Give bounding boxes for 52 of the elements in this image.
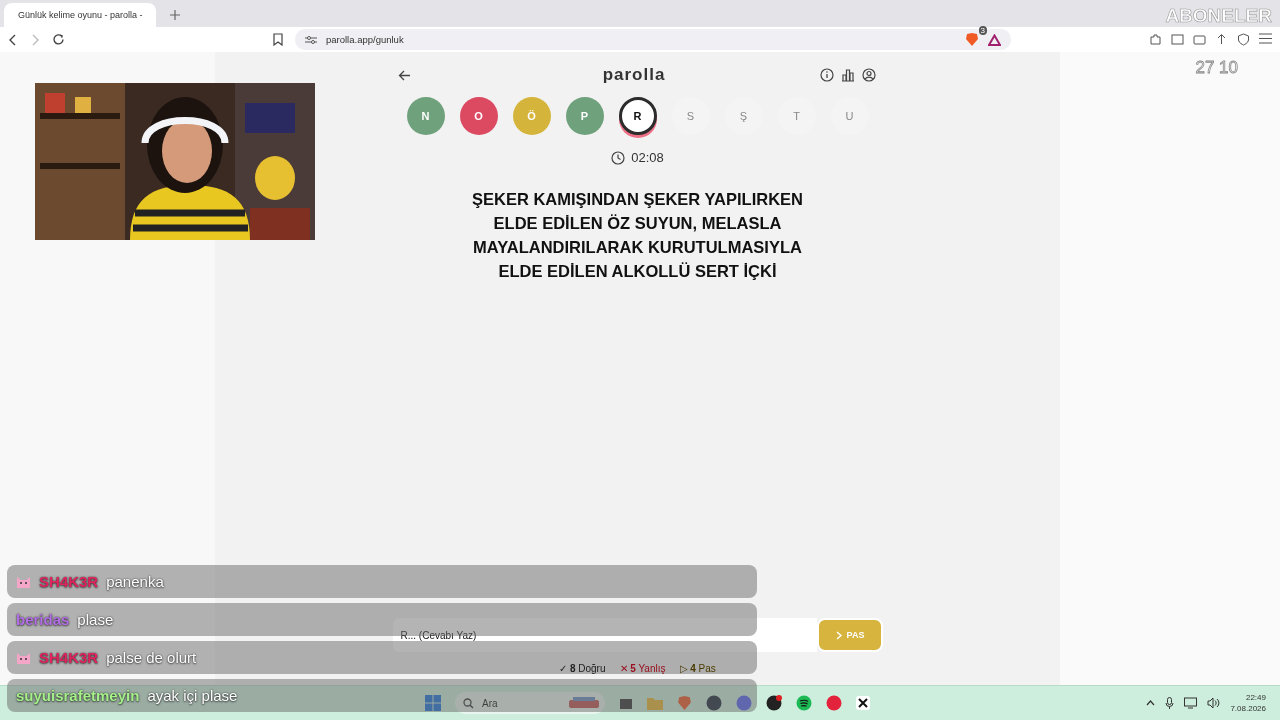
chat-username: beridas <box>16 611 70 628</box>
score-stat: ▷ 4 Pas <box>679 663 716 674</box>
microphone-icon[interactable] <box>1165 696 1175 710</box>
circle-app-icon[interactable] <box>766 695 782 711</box>
bookmark-icon[interactable] <box>273 33 283 46</box>
letter-circle: Ö <box>512 97 551 135</box>
letter-circle: N <box>406 97 445 135</box>
new-tab-icon[interactable] <box>170 10 180 20</box>
score-stat: ✓ 8 Doğru <box>559 663 606 674</box>
timer-text: 02:08 <box>631 150 664 165</box>
speaker-icon[interactable] <box>1207 697 1221 709</box>
clock-icon <box>611 150 626 165</box>
info-icon[interactable] <box>819 68 834 82</box>
chat-message: palse de olurt <box>106 649 197 666</box>
clock-date[interactable]: 7.08.2026 <box>1230 703 1266 714</box>
letter-circle: O <box>459 97 498 135</box>
chat-message: ayak içi plase <box>147 687 238 704</box>
chevron-right-icon <box>834 630 843 640</box>
chat-username: SH4K3R <box>39 649 99 666</box>
shield-icon[interactable] <box>1237 33 1250 46</box>
taskbar-search[interactable]: Ara <box>455 692 605 714</box>
chat-message: panenka <box>106 573 164 590</box>
reload-icon[interactable] <box>52 33 65 46</box>
chevron-up-icon[interactable] <box>1146 700 1156 706</box>
address-bar[interactable]: parolla.app/gunluk 3 <box>295 29 1011 50</box>
music-app-icon[interactable] <box>796 695 812 711</box>
chat-message: plase <box>77 611 114 628</box>
search-icon <box>463 697 474 709</box>
back-icon[interactable] <box>8 33 18 46</box>
start-grid-icon[interactable] <box>425 695 441 711</box>
triangle-icon[interactable] <box>988 33 1001 46</box>
shield-count-badge: 3 <box>978 26 987 35</box>
chat-username: suyuisrafetmeyin <box>16 687 140 704</box>
subscriber-label: ABONELER <box>1165 6 1272 26</box>
share-icon[interactable] <box>1215 33 1228 46</box>
clock-time[interactable]: 22:49 <box>1245 692 1266 703</box>
site-settings-icon[interactable] <box>305 34 317 45</box>
bar-chart-icon[interactable] <box>840 68 855 82</box>
subscriber-count: 27 10 <box>1195 58 1238 78</box>
score-stat: ✕ 5 Yanlış <box>619 663 666 674</box>
cross-app-icon[interactable] <box>856 696 870 710</box>
monitor-icon[interactable] <box>1184 697 1198 709</box>
square-app-icon[interactable] <box>619 696 633 710</box>
profile-icon[interactable] <box>861 68 876 82</box>
chat-username: SH4K3R <box>39 573 99 590</box>
question-text: ŞEKER KAMIŞINDAN ŞEKER YAPILIRKEN ELDE EDİLEN ÖZ SUYUN, MELASLA MAYALANDIRILARAK KURUTULMASIYLA ELDE EDİLEN ALKOLLÜ SERT İÇKİ <box>471 189 804 282</box>
back-arrow-icon[interactable] <box>397 69 411 81</box>
letter-circle: P <box>565 97 604 135</box>
browser-tab[interactable]: Günlük kelime oyunu - parolla - <box>4 3 156 27</box>
letter-circle: R <box>618 97 657 135</box>
menu-icon[interactable] <box>1259 33 1272 44</box>
app-title: parolla <box>602 65 666 85</box>
